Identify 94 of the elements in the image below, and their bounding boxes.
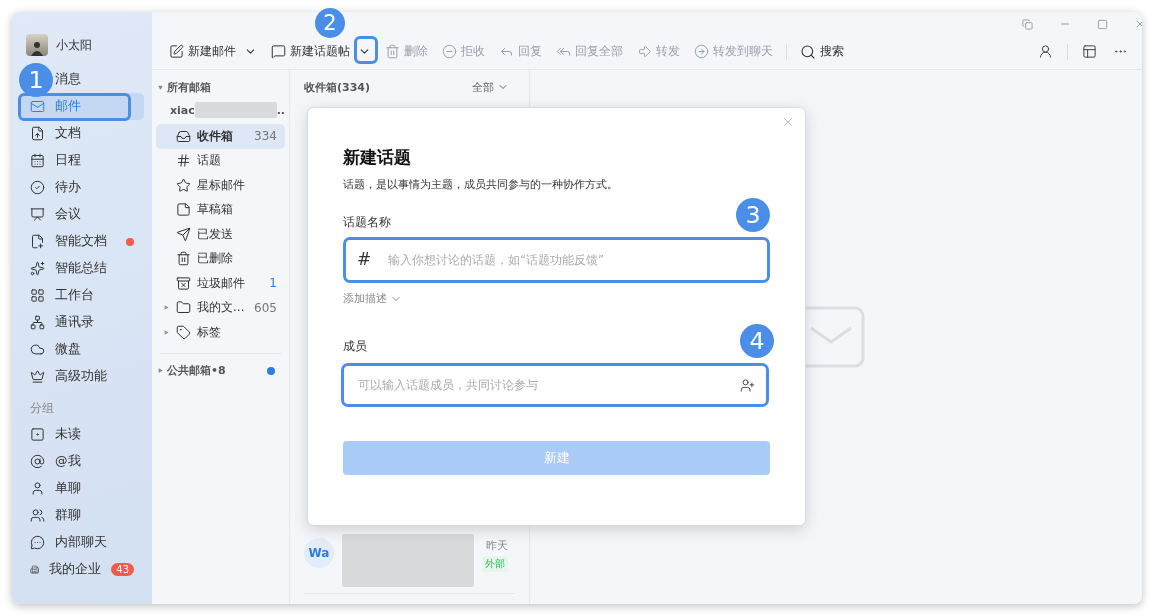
minus-circle-icon xyxy=(442,44,457,59)
expand-caret-icon xyxy=(158,368,163,373)
folder-heading[interactable]: 所有邮箱 xyxy=(167,79,211,95)
envelope-icon xyxy=(30,99,45,114)
person-icon xyxy=(1038,44,1053,59)
toolbar-button[interactable]: 新建话题帖 xyxy=(266,40,376,63)
folder-item[interactable]: 草稿箱 xyxy=(156,197,285,222)
people-icon xyxy=(30,508,45,523)
hash-prefix: # xyxy=(357,249,372,269)
sender-avatar: Wa xyxy=(304,538,334,568)
close-icon xyxy=(781,115,795,129)
dialog-title: 新建话题 xyxy=(343,146,411,169)
list-title: 收件箱(334) xyxy=(304,79,371,95)
nav-item[interactable]: 文档 xyxy=(20,120,144,147)
screen-icon xyxy=(30,207,45,222)
trash-icon xyxy=(385,44,400,59)
nav-item[interactable]: 通讯录 xyxy=(20,309,144,336)
inbox-icon xyxy=(176,128,191,144)
step-tooltip: 2 xyxy=(315,8,345,38)
layout-icon xyxy=(1082,44,1097,59)
external-tag: 外部 xyxy=(482,556,508,572)
grid-icon xyxy=(30,288,45,303)
group-item[interactable]: 内部聊天 xyxy=(20,529,144,556)
tag-icon xyxy=(176,324,191,340)
at-sign-icon xyxy=(30,454,45,469)
arrow-circle-icon xyxy=(694,44,709,59)
group-item[interactable]: 未读 xyxy=(20,421,144,448)
account-name: xiac xyxy=(170,103,195,117)
members-field[interactable]: 可以输入话题成员，共同讨论参与 xyxy=(341,363,769,407)
collapse-caret-icon xyxy=(158,84,163,90)
compose-icon xyxy=(169,44,184,59)
nav-item[interactable]: 会议 xyxy=(20,201,144,228)
document-plus-icon xyxy=(30,234,45,249)
folder-item[interactable]: 标签 xyxy=(156,320,285,345)
search-button[interactable]: 搜索 xyxy=(795,40,849,63)
enterprise-item[interactable]: 我的企业 43 xyxy=(20,556,144,583)
search-icon xyxy=(800,43,816,60)
add-description-link[interactable]: 添加描述 xyxy=(343,291,402,306)
hash-icon xyxy=(176,153,191,169)
note-icon xyxy=(176,202,191,218)
folder-item[interactable]: 垃圾邮件 1 xyxy=(156,271,285,296)
field-label: 话题名称 xyxy=(343,214,391,231)
star-icon xyxy=(176,177,191,193)
folder-icon xyxy=(176,300,191,316)
nav-item[interactable]: 日程 xyxy=(20,147,144,174)
highlight-outline xyxy=(354,36,378,64)
building-icon xyxy=(30,562,40,577)
maximize-icon xyxy=(1097,18,1108,30)
folder-item[interactable]: 话题 xyxy=(156,148,285,173)
nav-item[interactable]: 智能总结 xyxy=(20,255,144,282)
person-icon xyxy=(30,481,45,496)
folder-item[interactable]: 我的文... 605 xyxy=(156,295,285,320)
calendar-icon xyxy=(30,153,45,168)
check-circle-icon xyxy=(30,180,45,195)
archive-x-icon xyxy=(176,275,191,291)
send-icon xyxy=(176,226,191,242)
folder-count: 334 xyxy=(254,129,277,144)
arrow-right-icon xyxy=(637,44,652,59)
nav-item[interactable]: 高级功能 xyxy=(20,363,144,390)
user-name: 小太阳 xyxy=(56,36,92,54)
section-heading: 分组 xyxy=(29,400,55,417)
user-avatar[interactable] xyxy=(26,34,48,56)
speech-bubble-icon xyxy=(271,44,286,59)
message-row[interactable]: Wa 昨天 外部 xyxy=(304,534,515,594)
folder-item[interactable]: 已删除 xyxy=(156,246,285,271)
sparkle-icon xyxy=(30,261,45,276)
message-time: 昨天 xyxy=(486,538,508,553)
add-person-icon[interactable] xyxy=(740,378,755,393)
filter-dropdown[interactable]: 全部 xyxy=(466,78,515,96)
folder-count: 1 xyxy=(269,276,277,291)
account-ellipsis: .. xyxy=(276,103,285,117)
nav-item[interactable]: 工作台 xyxy=(20,282,144,309)
group-item[interactable]: @我 xyxy=(20,448,144,475)
dialog-description: 话题，是以事情为主题，成员共同参与的一种协作方式。 xyxy=(343,177,618,192)
field-label: 成员 xyxy=(343,338,367,355)
trash-icon xyxy=(176,251,191,267)
folder-item[interactable]: 收件箱 334 xyxy=(156,124,285,149)
document-icon xyxy=(30,126,45,141)
folder-count: 605 xyxy=(254,300,277,315)
group-item[interactable]: 群聊 xyxy=(20,502,144,529)
chat-dots-icon xyxy=(30,535,45,550)
nav-item[interactable]: 智能文档 xyxy=(20,228,144,255)
org-chart-icon xyxy=(30,315,45,330)
toolbar-button[interactable]: 新建邮件 xyxy=(164,40,262,63)
window-pin-icon xyxy=(1022,18,1033,30)
public-mailbox[interactable]: 公共邮箱•8 xyxy=(167,363,226,378)
crown-icon xyxy=(30,369,45,384)
folder-item[interactable]: 已发送 xyxy=(156,222,285,247)
group-item[interactable]: 单聊 xyxy=(20,475,144,502)
cloud-icon xyxy=(30,342,45,357)
nav-item[interactable]: 微盘 xyxy=(20,336,144,363)
folder-item[interactable]: 星标邮件 xyxy=(156,173,285,198)
count-badge: 43 xyxy=(111,563,134,576)
nav-item[interactable]: 待办 xyxy=(20,174,144,201)
